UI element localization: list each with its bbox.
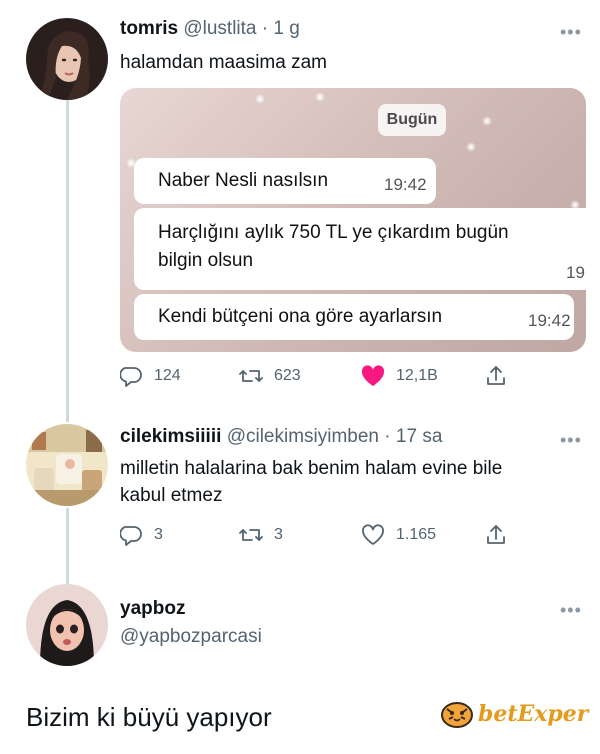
tweet-header: cilekimsiiiii @cilekimsiyimben · 17 sa [120, 426, 442, 448]
tweet-text-line: kabul etmez [120, 485, 223, 506]
tweet-actions: 124 623 12,1B [120, 364, 520, 390]
display-name[interactable]: yapboz [120, 598, 185, 619]
retweet-button[interactable]: 623 [238, 364, 301, 388]
sparkle [315, 92, 325, 102]
more-icon[interactable]: ••• [560, 430, 582, 451]
sparkle [482, 116, 492, 126]
like-button[interactable]: 1.165 [360, 523, 436, 547]
retweet-icon [239, 529, 263, 541]
handle[interactable]: @lustlita [183, 18, 256, 39]
chat-message: Harçlığını aylık 750 TL ye çıkardım bugü… [158, 222, 509, 243]
chat-time: 19 [566, 263, 585, 282]
tweet-header: yapboz [120, 598, 185, 620]
share-button[interactable] [484, 364, 508, 388]
timestamp[interactable]: 1 g [273, 18, 299, 39]
watermark-text: betExper [478, 701, 589, 727]
separator: · [384, 426, 391, 447]
date-chip: Bugün [378, 104, 446, 136]
more-icon[interactable]: ••• [560, 22, 582, 43]
avatar[interactable] [26, 18, 108, 100]
display-name[interactable]: tomris [120, 18, 178, 39]
sparkle [255, 94, 265, 104]
reply-button[interactable]: 124 [120, 364, 181, 388]
chat-message: Naber Nesli nasılsın [158, 170, 329, 191]
heart-icon [362, 524, 384, 545]
like-button[interactable]: 12,1B [360, 364, 438, 388]
chat-message: bilgin olsun [158, 250, 254, 271]
like-count: 12,1B [396, 367, 438, 384]
chat-time: 19:42 [528, 311, 571, 330]
handle[interactable]: @yapbozparcasi [120, 626, 262, 647]
avatar[interactable] [26, 584, 108, 666]
heart-filled-icon [361, 365, 385, 386]
thread-line [66, 508, 69, 586]
chat-bubble: Naber Nesli nasılsın 19:42 [134, 158, 436, 204]
chat-bubble: Kendi bütçeni ona göre ayarlarsın 19:42 [134, 294, 574, 340]
retweet-icon [239, 370, 263, 382]
avatar[interactable] [26, 424, 108, 506]
separator: · [261, 18, 269, 39]
tweet-text: halamdan maasima zam [120, 52, 327, 73]
display-name[interactable]: cilekimsiiiii [120, 426, 221, 447]
tiger-logo-icon [441, 702, 473, 728]
retweet-button[interactable]: 3 [238, 523, 283, 547]
share-icon [487, 366, 505, 385]
chat-message: Kendi bütçeni ona göre ayarlarsın [158, 306, 443, 327]
watermark: betExper [440, 699, 588, 729]
timestamp[interactable]: 17 sa [396, 426, 442, 447]
sparkle [466, 142, 476, 152]
handle[interactable]: @cilekimsiyimben [227, 426, 379, 447]
tweet-header: @yapbozparcasi [120, 626, 262, 648]
tweet-media[interactable]: Bugün Naber Nesli nasılsın 19:42 Harçlığ… [120, 88, 586, 352]
thread-line [66, 100, 69, 422]
caption-text: Bizim ki büyü yapıyor [26, 702, 272, 732]
tweet-actions: 3 3 1.165 [120, 523, 520, 549]
reply-button[interactable]: 3 [120, 523, 163, 547]
chat-bubble: Harçlığını aylık 750 TL ye çıkardım bugü… [134, 208, 586, 290]
retweet-count: 3 [274, 526, 283, 543]
tweet-header: tomris @lustlita · 1 g [120, 18, 300, 40]
reply-icon [120, 367, 142, 387]
reply-icon [120, 526, 142, 546]
retweet-count: 623 [274, 367, 301, 384]
more-icon[interactable]: ••• [560, 600, 582, 621]
share-icon [487, 525, 505, 544]
like-count: 1.165 [396, 526, 437, 543]
share-button[interactable] [484, 523, 508, 547]
chat-time: 19:42 [384, 175, 427, 194]
tweet-text: milletin halalarina bak benim halam evin… [120, 455, 502, 509]
tweet-text-line: milletin halalarina bak benim halam evin… [120, 458, 503, 479]
reply-count: 124 [154, 367, 181, 384]
reply-count: 3 [154, 526, 163, 543]
